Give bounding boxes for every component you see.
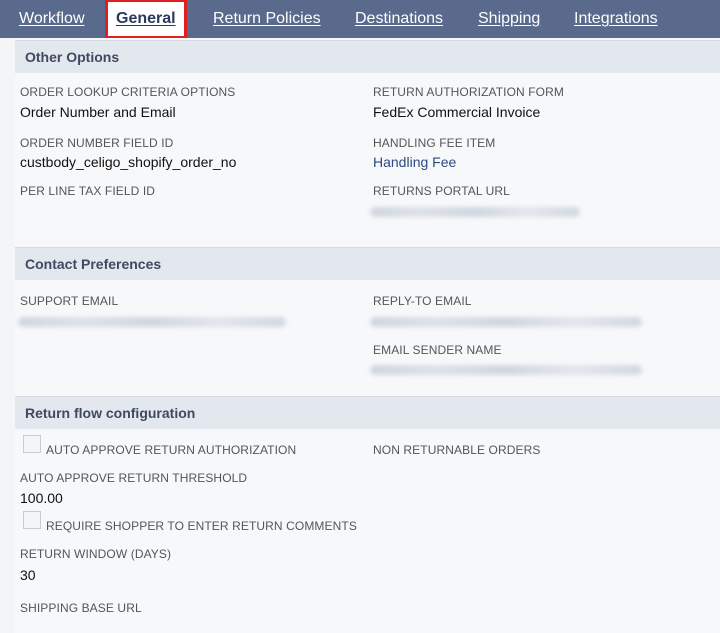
tab-shipping[interactable]: Shipping — [478, 0, 540, 38]
returns-portal-label: RETURNS PORTAL URL — [373, 184, 510, 198]
shipping-base-url-label: SHIPPING BASE URL — [20, 601, 142, 615]
order-number-field-label: ORDER NUMBER FIELD ID — [20, 136, 174, 150]
handling-fee-label: HANDLING FEE ITEM — [373, 136, 496, 150]
return-window-value: 30 — [20, 567, 36, 583]
auto-approve-threshold-value: 100.00 — [20, 490, 63, 506]
reply-to-email-label: REPLY-TO EMAIL — [373, 294, 472, 308]
reply-to-email-redacted — [370, 317, 642, 327]
non-returnable-orders-label: NON RETURNABLE ORDERS — [373, 443, 541, 457]
tab-return-policies[interactable]: Return Policies — [213, 0, 321, 38]
section-header-contact-preferences[interactable]: Contact Preferences — [15, 247, 720, 280]
return-auth-form-label: RETURN AUTHORIZATION FORM — [373, 85, 564, 99]
return-auth-form-value: FedEx Commercial Invoice — [373, 104, 541, 120]
tab-workflow[interactable]: Workflow — [19, 0, 85, 38]
tab-integrations[interactable]: Integrations — [574, 0, 658, 38]
support-email-redacted — [18, 317, 286, 327]
email-sender-name-label: EMAIL SENDER NAME — [373, 343, 502, 357]
tab-general[interactable]: General — [105, 0, 187, 39]
auto-approve-threshold-label: AUTO APPROVE RETURN THRESHOLD — [20, 471, 248, 485]
auto-approve-checkbox[interactable] — [23, 435, 41, 453]
order-lookup-label: ORDER LOOKUP CRITERIA OPTIONS — [20, 85, 236, 99]
require-comments-checkbox[interactable] — [23, 511, 41, 529]
support-email-label: SUPPORT EMAIL — [20, 294, 119, 308]
order-number-field-value: custbody_celigo_shopify_order_no — [20, 154, 237, 170]
return-window-label: RETURN WINDOW (DAYS) — [20, 547, 172, 561]
handling-fee-link[interactable]: Handling Fee — [373, 154, 456, 170]
tab-destinations[interactable]: Destinations — [355, 0, 443, 38]
section-header-other-options[interactable]: Other Options — [15, 40, 720, 73]
email-sender-name-redacted — [370, 365, 642, 375]
tab-bar: Workflow General Return Policies Destina… — [0, 0, 720, 39]
auto-approve-label: AUTO APPROVE RETURN AUTHORIZATION — [46, 443, 297, 457]
returns-portal-url-redacted[interactable] — [370, 207, 580, 217]
section-header-return-flow[interactable]: Return flow configuration — [15, 396, 720, 429]
per-line-tax-label: PER LINE TAX FIELD ID — [20, 184, 156, 198]
general-panel: Other Options ORDER LOOKUP CRITERIA OPTI… — [15, 38, 720, 633]
require-comments-label: REQUIRE SHOPPER TO ENTER RETURN COMMENTS — [46, 519, 357, 533]
order-lookup-value: Order Number and Email — [20, 104, 176, 120]
